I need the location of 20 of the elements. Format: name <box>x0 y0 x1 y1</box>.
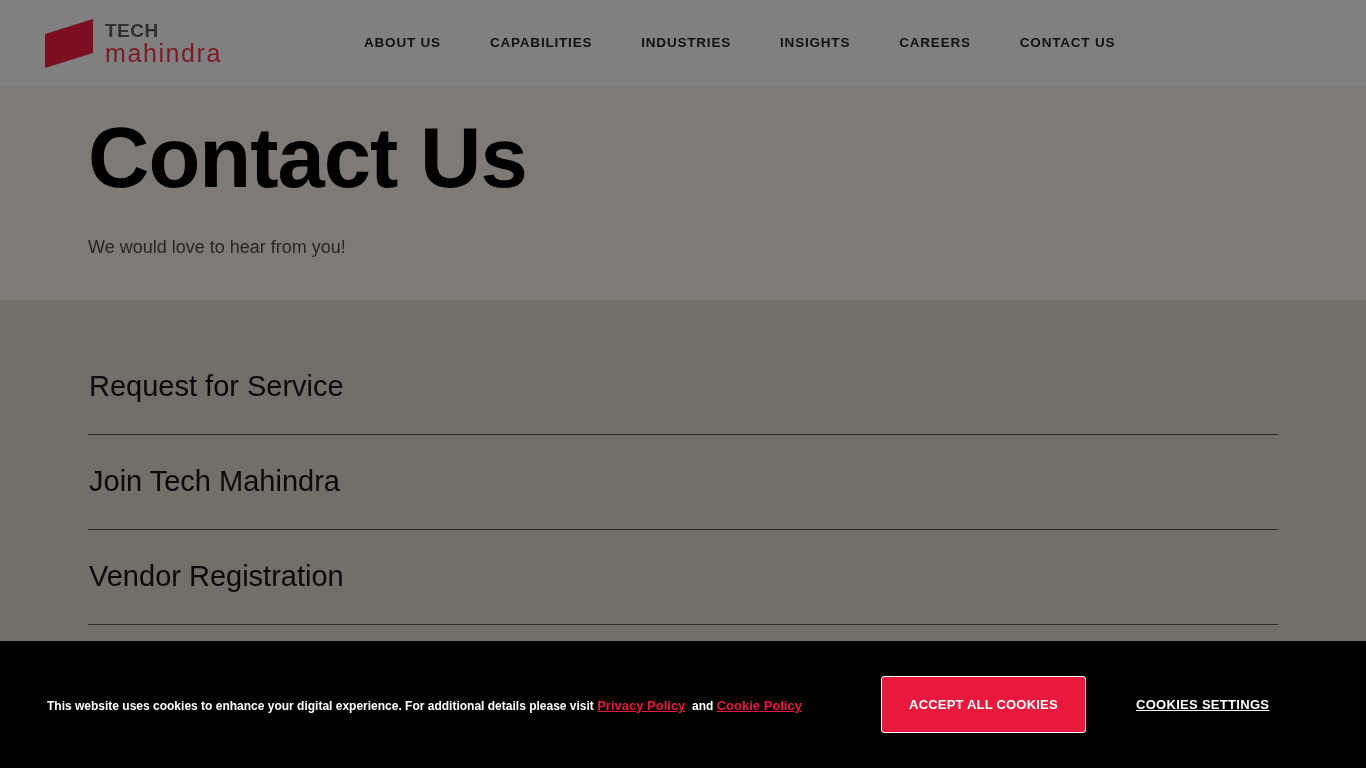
nav-link[interactable]: INDUSTRIES <box>641 32 732 54</box>
nav-link[interactable]: CAREERS <box>899 32 971 54</box>
nav-link[interactable]: CAPABILITIES <box>489 32 593 54</box>
page-title: Contact Us <box>88 110 527 206</box>
page-subtitle: We would love to hear from you! <box>88 236 346 259</box>
logo-mark-icon <box>45 18 93 68</box>
cookies-settings-link[interactable]: COOKIES SETTINGS <box>1135 694 1270 715</box>
accordion-item[interactable]: Join Tech Mahindra <box>88 435 1278 530</box>
nav-link[interactable]: CONTACT US <box>1019 32 1116 54</box>
nav-link[interactable]: INSIGHTS <box>780 32 851 54</box>
logo[interactable]: TECH mahindra <box>45 17 255 69</box>
accept-cookies-button[interactable]: ACCEPT ALL COOKIES <box>880 676 1086 733</box>
logo-text: TECH <box>105 21 160 40</box>
accordion-item[interactable]: Vendor Registration <box>88 530 1278 625</box>
logo-text: mahindra <box>105 41 223 65</box>
nav-link[interactable]: ABOUT US <box>364 32 441 54</box>
privacy-policy-link[interactable]: Privacy Policy <box>597 697 686 713</box>
accordion-item[interactable]: Request for Service <box>88 340 1278 435</box>
cookie-message: This website uses cookies to enhance your digital experience. For additional details please visit Privacy Policy and Cookie Policy <box>47 696 802 715</box>
cookie-policy-link[interactable]: Cookie Policy <box>716 697 802 713</box>
